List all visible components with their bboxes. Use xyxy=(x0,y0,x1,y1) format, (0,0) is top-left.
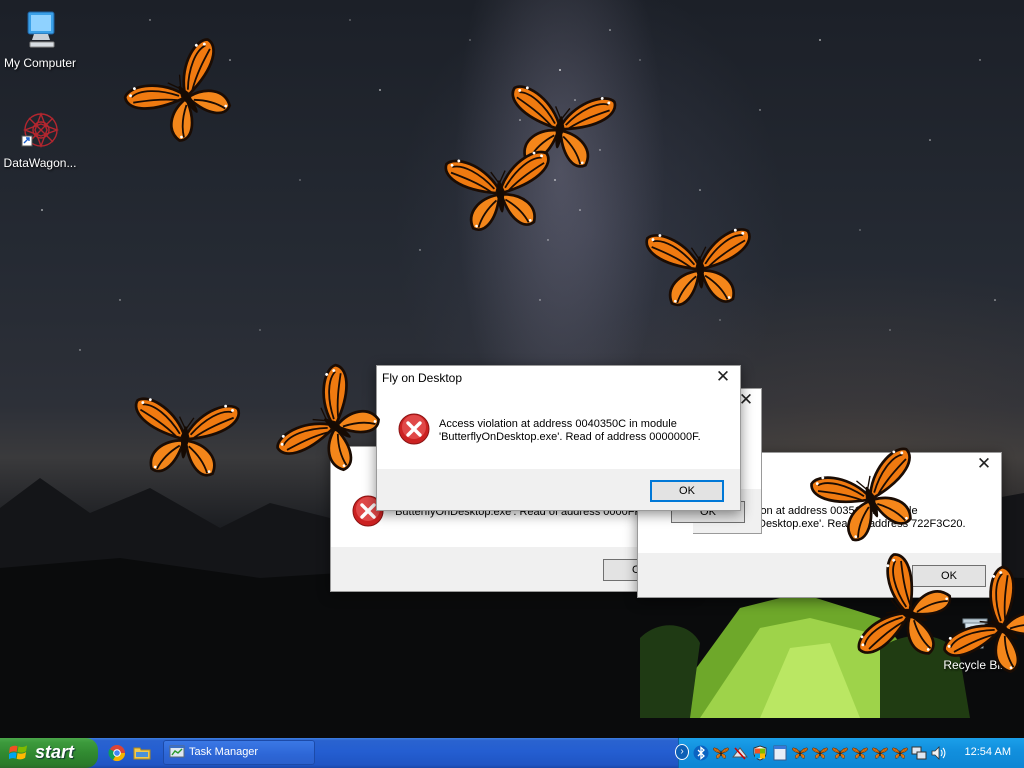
bluetooth-icon[interactable] xyxy=(693,745,709,761)
butterfly-icon[interactable] xyxy=(832,745,848,761)
dialog-message-line1: Access violation at address 0040350C in … xyxy=(439,418,677,430)
dialog-message-line2: 'ButterflyOnDesktop.exe'. Read of addres… xyxy=(439,431,701,443)
butterfly-icon[interactable] xyxy=(872,745,888,761)
network-disabled-icon[interactable] xyxy=(732,745,748,761)
tray-expand-icon[interactable]: › xyxy=(675,744,689,760)
ok-button[interactable]: OK xyxy=(650,480,724,502)
dialog-title: Fly on Desktop xyxy=(377,366,740,393)
butterfly-icon[interactable] xyxy=(892,745,908,761)
dialog-footer: OK xyxy=(377,469,740,510)
datawagon-icon xyxy=(21,112,59,148)
butterfly-icon[interactable] xyxy=(713,745,729,761)
close-icon[interactable]: ✕ xyxy=(714,368,732,386)
butterfly-sprite xyxy=(441,140,560,241)
network-icon[interactable] xyxy=(911,745,927,761)
desktop-icon-my-computer[interactable]: My Computer xyxy=(0,10,80,70)
butterfly-sprite xyxy=(114,27,256,164)
butterfly-icon[interactable] xyxy=(812,745,828,761)
task-manager-icon xyxy=(169,745,185,758)
window-icon[interactable] xyxy=(772,745,788,761)
clock[interactable]: 12:54 AM xyxy=(965,746,1011,758)
start-label: start xyxy=(35,742,75,762)
desktop: My Computer DataWagon... Recycle Bin 'Bu… xyxy=(0,0,1024,738)
chrome-icon[interactable] xyxy=(108,744,126,762)
butterfly-icon[interactable] xyxy=(852,745,868,761)
system-tray: › 12:54 AM xyxy=(675,738,1024,768)
desktop-icon-datawagon[interactable]: DataWagon... xyxy=(0,110,80,170)
desktop-icon-label: My Computer xyxy=(3,56,77,70)
taskbar-item-task-manager[interactable]: Task Manager xyxy=(163,740,315,765)
taskbar: start Task Manager › 12:54 AM xyxy=(0,738,1024,768)
windows-logo-icon xyxy=(9,745,28,760)
taskbar-item-label: Task Manager xyxy=(189,746,259,758)
error-dialog-fly-on-desktop: Fly on Desktop ✕ Access violation at add… xyxy=(376,365,741,511)
desktop-icon-label: DataWagon... xyxy=(3,156,77,170)
computer-icon xyxy=(27,11,55,48)
butterfly-sprite xyxy=(126,387,243,486)
security-shield-icon[interactable] xyxy=(752,745,768,761)
volume-icon[interactable] xyxy=(930,745,946,761)
close-icon[interactable]: ✕ xyxy=(975,455,993,473)
start-button[interactable]: start xyxy=(0,738,98,768)
error-icon xyxy=(398,413,430,445)
butterfly-sprite xyxy=(642,218,758,315)
folder-icon[interactable] xyxy=(133,744,151,762)
butterfly-icon[interactable] xyxy=(792,745,808,761)
dialog-body: Access violation at address 0040350C in … xyxy=(377,393,740,467)
